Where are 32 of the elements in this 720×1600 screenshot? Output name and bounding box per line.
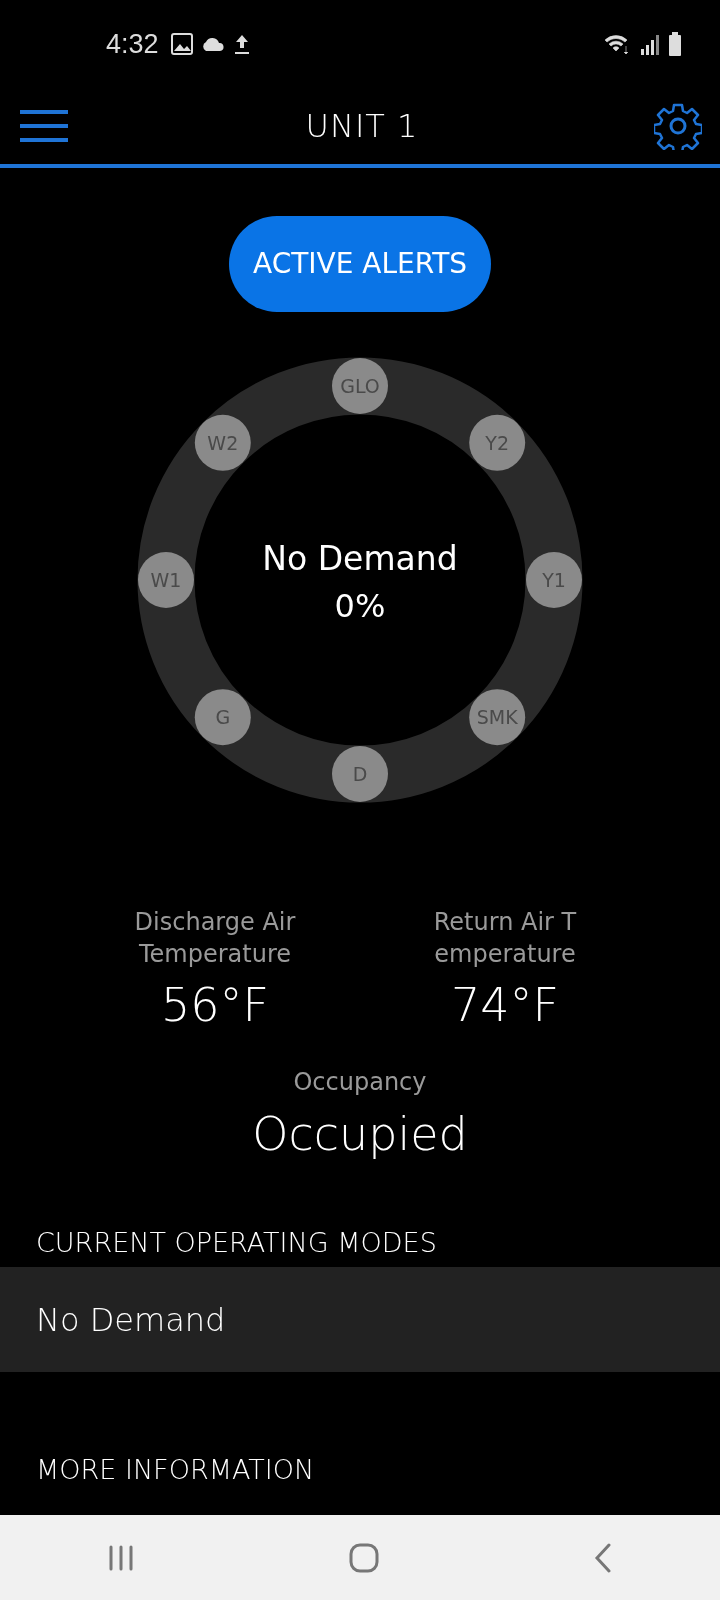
home-icon[interactable] [349,1542,379,1573]
active-alerts-button[interactable]: ACTIVE ALERTS [229,216,491,312]
indicator-node: Y2 [469,414,526,471]
occupancy-label: Occupancy [293,1066,427,1098]
section-heading: CURRENT OPERATING MODES [35,1225,438,1260]
back-icon[interactable] [593,1542,613,1573]
indicator-node: SMK [469,689,526,746]
indicator-node: W1 [138,552,194,608]
reading-label: Discharge Air Temperature [134,907,296,971]
upload-icon [232,33,251,55]
indicator-node: Y1 [526,552,582,608]
cloud-icon [200,37,225,51]
recent-apps-icon[interactable] [107,1543,135,1572]
demand-status: No Demand [262,539,458,578]
menu-icon[interactable] [18,109,70,143]
reading-label: Return Air T emperature [433,907,577,971]
indicator-node: G [194,689,251,746]
indicator-node: W2 [194,414,251,471]
image-icon [170,33,193,55]
status-time: 4:32 [106,27,159,61]
reading-value: 74°F [451,976,559,1034]
signal-icon [640,33,660,55]
occupancy-value: Occupied [252,1105,468,1163]
indicator-node: GLO [332,358,388,414]
battery-icon [668,32,682,56]
mode-row: No Demand [0,1267,720,1373]
reading-value: 56°F [161,976,269,1034]
settings-icon[interactable] [654,102,702,150]
section-heading: MORE INFORMATION [35,1453,316,1488]
indicator-node: D [332,746,388,802]
demand-percent: 0% [334,587,386,625]
screen-title: UNIT 1 [305,106,419,147]
